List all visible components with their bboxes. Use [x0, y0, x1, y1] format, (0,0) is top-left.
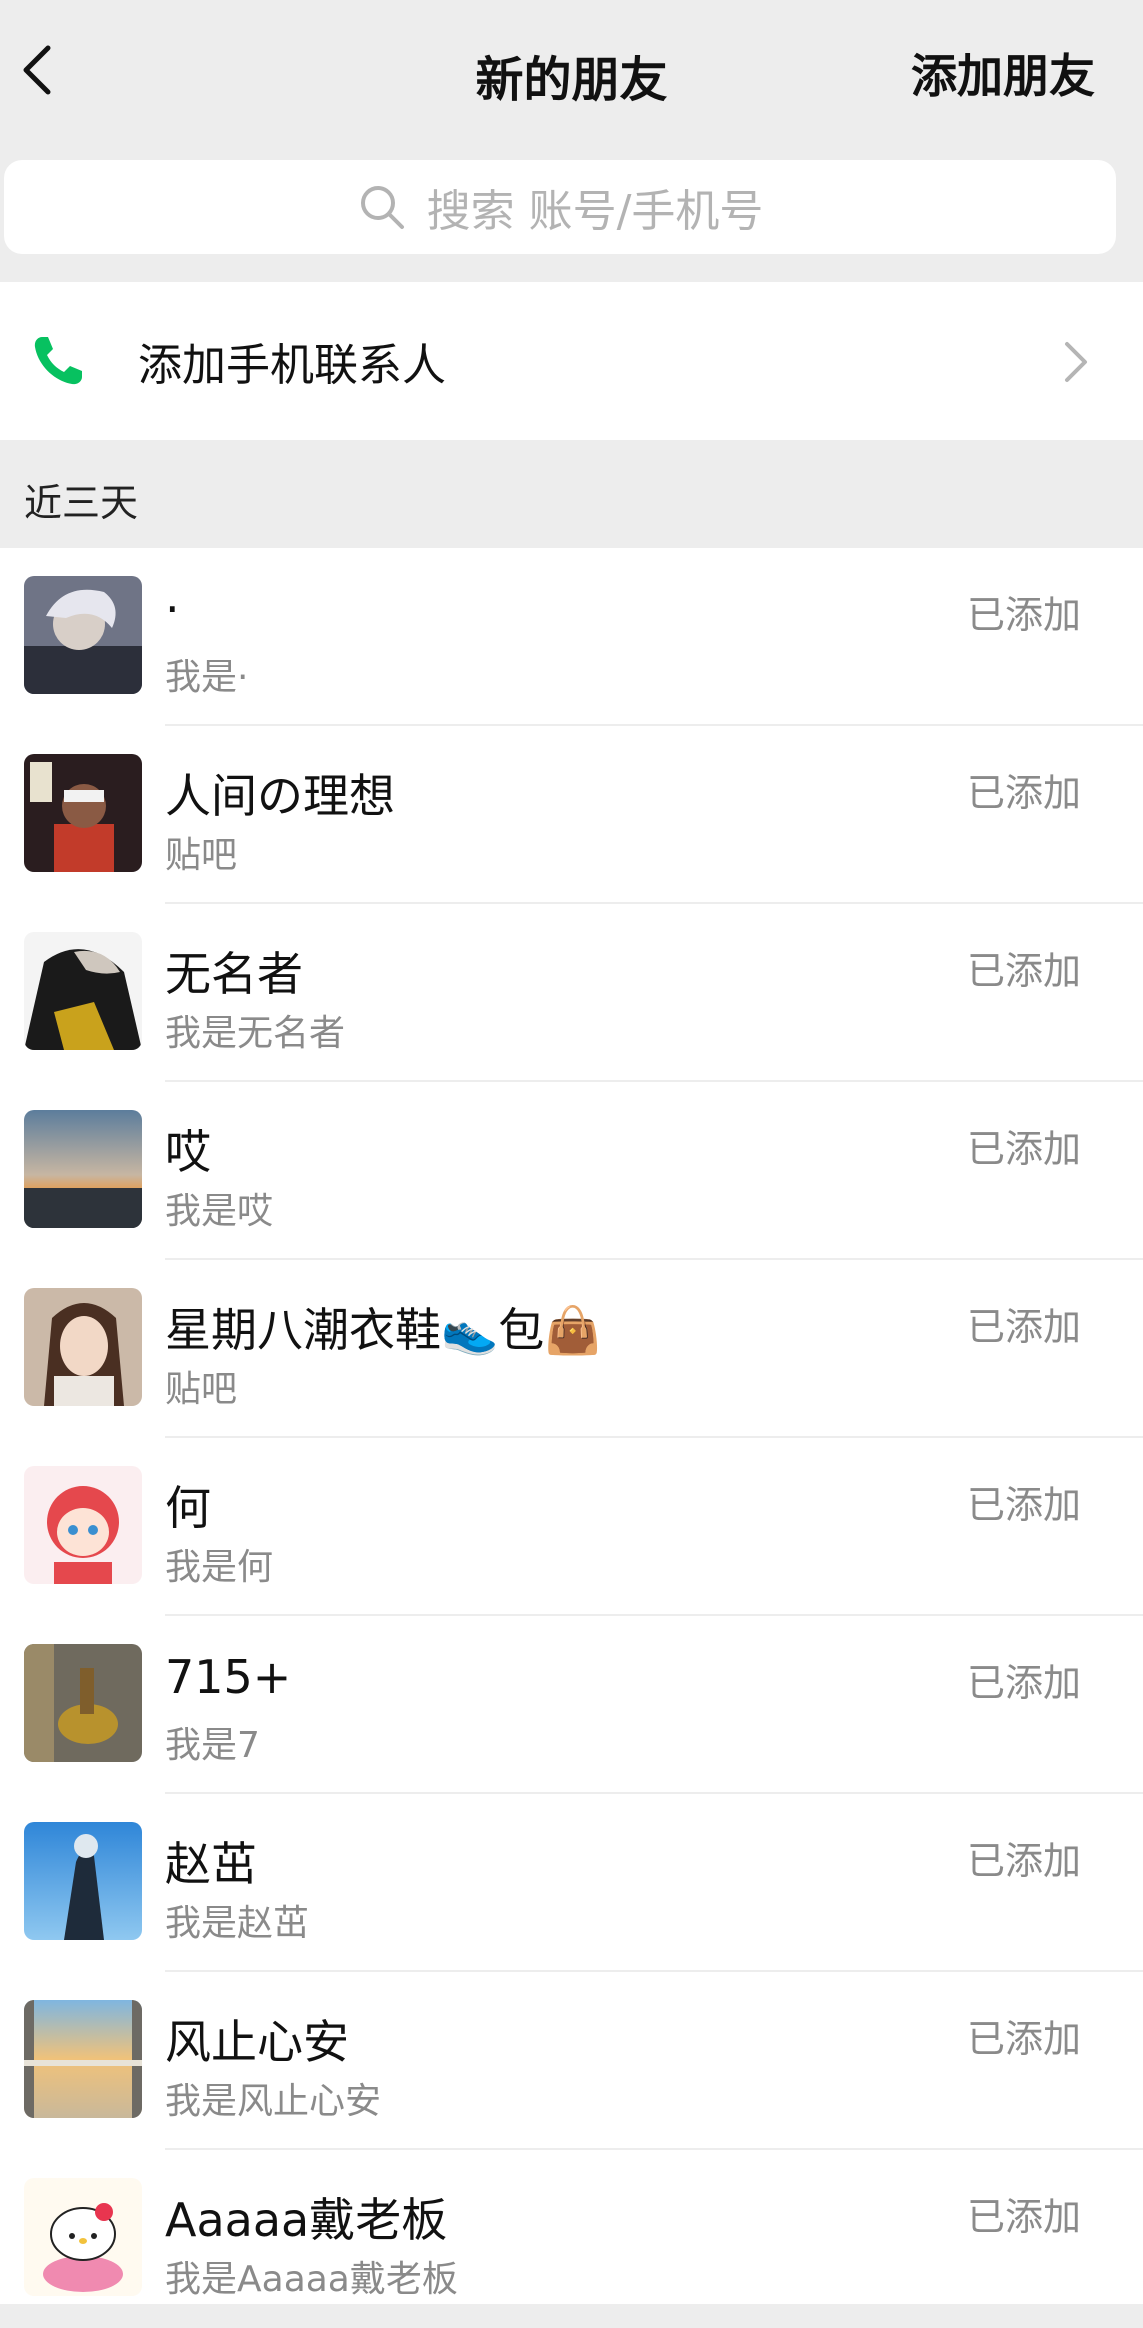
request-message: 我是哎: [165, 1191, 274, 1232]
status-badge: 已添加: [966, 593, 1081, 637]
avatar: [24, 576, 142, 694]
add-friend-button[interactable]: 添加朋友: [911, 40, 1095, 106]
request-message: 我是Aaaaa戴老板: [165, 2259, 458, 2300]
search-icon: [360, 186, 404, 229]
section-header: 近三天: [0, 440, 1143, 548]
contact-name: 哎: [165, 1125, 211, 1179]
list-item[interactable]: 何 我是何 已添加: [0, 1438, 1143, 1616]
status-badge: 已添加: [966, 1305, 1081, 1349]
status-badge: 已添加: [966, 1839, 1081, 1883]
contact-name: 何: [165, 1481, 211, 1535]
avatar: [24, 1466, 142, 1584]
list-item[interactable]: 风止心安 我是风止心安 已添加: [0, 1972, 1143, 2150]
contact-name: 无名者: [165, 947, 303, 1001]
list-item[interactable]: · 我是· 已添加: [0, 548, 1143, 726]
status-badge: 已添加: [966, 949, 1081, 993]
phone-icon: [34, 337, 82, 385]
avatar: [24, 932, 142, 1050]
request-message: 我是·: [165, 657, 249, 698]
avatar: [24, 1822, 142, 1940]
section-title: 近三天: [24, 481, 139, 525]
list-item[interactable]: 星期八潮衣鞋👟包👜 贴吧 已添加: [0, 1260, 1143, 1438]
list-item[interactable]: Aaaaa戴老板 我是Aaaaa戴老板 已添加: [0, 2150, 1143, 2328]
status-badge: 已添加: [966, 1661, 1081, 1705]
request-message: 我是风止心安: [165, 2081, 382, 2122]
list-item[interactable]: 哎 我是哎 已添加: [0, 1082, 1143, 1260]
status-badge: 已添加: [966, 1127, 1081, 1171]
add-phone-contacts-row[interactable]: 添加手机联系人: [0, 282, 1143, 440]
nav-bar: 新的朋友 添加朋友: [0, 0, 1143, 145]
contact-name: 赵茁: [165, 1837, 257, 1891]
status-badge: 已添加: [966, 2195, 1081, 2239]
request-message: 我是赵茁: [165, 1903, 310, 1944]
search-input[interactable]: 搜索 账号/手机号: [4, 160, 1116, 254]
avatar: [24, 2000, 142, 2118]
add-phone-contacts-label: 添加手机联系人: [138, 340, 446, 391]
list-item[interactable]: 715+ 我是7 已添加: [0, 1616, 1143, 1794]
avatar: [24, 754, 142, 872]
request-message: 贴吧: [165, 835, 238, 876]
search-placeholder: 搜索 账号/手机号: [426, 186, 764, 237]
contact-name: 715+: [165, 1650, 292, 1704]
chevron-right-icon: [1065, 342, 1087, 382]
list-item[interactable]: 赵茁 我是赵茁 已添加: [0, 1794, 1143, 1972]
request-message: 我是无名者: [165, 1013, 346, 1054]
contact-name: 星期八潮衣鞋👟包👜: [165, 1303, 602, 1357]
request-message: 贴吧: [165, 1369, 238, 1410]
avatar: [24, 1288, 142, 1406]
avatar: [24, 1644, 142, 1762]
request-message: 我是何: [165, 1547, 274, 1588]
list-item[interactable]: 无名者 我是无名者 已添加: [0, 904, 1143, 1082]
contact-name: 人间の理想: [165, 769, 395, 823]
contact-name: Aaaaa戴老板: [165, 2193, 448, 2247]
avatar: [24, 2178, 142, 2296]
contact-name: 风止心安: [165, 2015, 349, 2069]
avatar: [24, 1110, 142, 1228]
list-item[interactable]: 人间の理想 贴吧 已添加: [0, 726, 1143, 904]
friend-request-list: · 我是· 已添加 人间の理想 贴吧 已添加 无名者 我是无名者 已添加 哎 我…: [0, 548, 1143, 2304]
request-message: 我是7: [165, 1725, 260, 1766]
status-badge: 已添加: [966, 2017, 1081, 2061]
status-badge: 已添加: [966, 771, 1081, 815]
status-badge: 已添加: [966, 1483, 1081, 1527]
contact-name: ·: [165, 582, 180, 636]
